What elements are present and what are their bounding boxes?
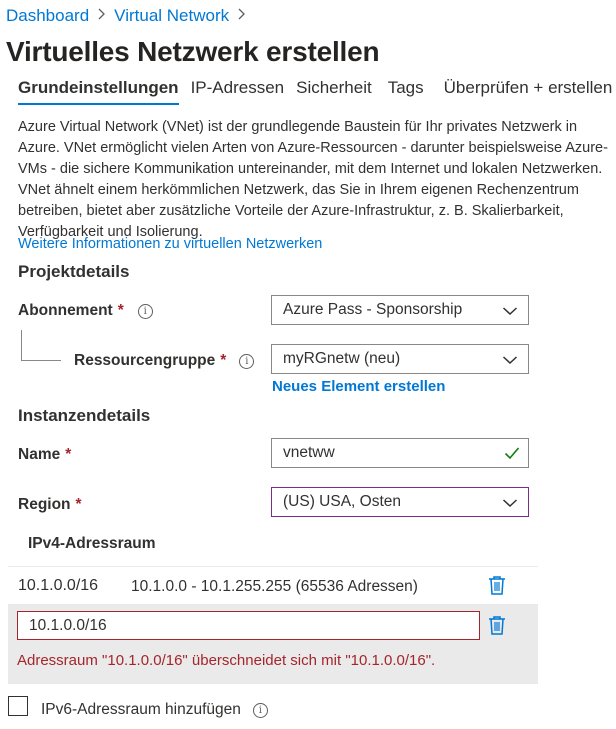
tab-security[interactable]: Sicherheit — [296, 78, 372, 105]
ipv6-label-text[interactable]: IPv6-Adressraum hinzufügen — [41, 701, 241, 719]
required-mark: * — [65, 446, 72, 463]
delete-new-address-space-button[interactable] — [488, 615, 506, 640]
trash-icon — [488, 576, 506, 599]
tab-tags[interactable]: Tags — [388, 78, 424, 105]
region-label: Region * — [18, 496, 82, 514]
description-text: Azure Virtual Network (VNet) ist der gru… — [18, 119, 608, 240]
address-space-error: Adressraum "10.1.0.0/16" überschneidet s… — [17, 652, 436, 669]
tree-connector — [21, 360, 61, 361]
breadcrumb: Dashboard Virtual Network — [6, 6, 254, 26]
trash-icon — [488, 616, 506, 639]
chevron-right-icon — [97, 7, 106, 25]
name-label: Name * — [18, 446, 71, 464]
delete-address-space-button[interactable] — [488, 575, 506, 600]
ipv4-heading: IPv4-Adressraum — [28, 535, 156, 552]
divider — [8, 566, 538, 567]
checkmark-icon — [504, 446, 520, 465]
tree-connector — [21, 330, 22, 360]
page-title: Virtuelles Netzwerk erstellen — [6, 36, 380, 67]
address-space-cidr: 10.1.0.0/16 — [18, 577, 99, 594]
info-icon[interactable]: i — [137, 303, 153, 319]
ipv6-checkbox[interactable] — [8, 696, 28, 716]
new-address-space-input[interactable]: 10.1.0.0/16 — [17, 611, 480, 640]
region-dropdown[interactable]: (US) USA, Osten — [271, 487, 529, 517]
ipv6-label: IPv6-Adressraum hinzufügen i — [41, 701, 268, 719]
chevron-down-icon — [502, 496, 518, 514]
address-space-range: 10.1.0.0 - 10.1.255.255 (65536 Adressen) — [131, 578, 418, 595]
resource-group-value: myRGnetw (neu) — [283, 350, 401, 367]
instance-details-heading: Instanzendetails — [18, 406, 151, 425]
breadcrumb-dashboard[interactable]: Dashboard — [6, 6, 89, 26]
breadcrumb-virtual-network[interactable]: Virtual Network — [114, 6, 229, 26]
required-mark: * — [220, 352, 227, 369]
tab-review-create[interactable]: Überprüfen + erstellen — [444, 78, 613, 105]
info-icon[interactable]: i — [252, 702, 268, 718]
required-mark: * — [117, 302, 124, 319]
region-label-text: Region — [18, 496, 71, 513]
resource-group-label: Ressourcengruppe * i — [74, 352, 255, 370]
name-value: vnetww — [283, 444, 335, 461]
tab-ip-addresses[interactable]: IP-Adressen — [191, 78, 285, 105]
resource-group-label-text: Ressourcengruppe — [74, 352, 216, 369]
subscription-label: Abonnement * i — [18, 302, 153, 320]
new-address-space-value: 10.1.0.0/16 — [29, 616, 107, 634]
name-input[interactable]: vnetww — [271, 438, 529, 468]
project-details-heading: Projektdetails — [18, 262, 130, 281]
tab-bar: Grundeinstellungen IP-Adressen Sicherhei… — [18, 78, 616, 105]
learn-more-link[interactable]: Weitere Informationen zu virtuellen Netz… — [18, 236, 322, 252]
chevron-right-icon — [237, 7, 246, 25]
name-label-text: Name — [18, 446, 61, 463]
subscription-label-text: Abonnement — [18, 302, 113, 319]
region-value: (US) USA, Osten — [283, 493, 401, 510]
resource-group-dropdown[interactable]: myRGnetw (neu) — [271, 344, 529, 374]
required-mark: * — [75, 496, 82, 513]
subscription-dropdown[interactable]: Azure Pass - Sponsorship — [271, 295, 529, 325]
tab-basics[interactable]: Grundeinstellungen — [18, 78, 179, 105]
chevron-down-icon — [502, 353, 518, 371]
info-icon[interactable]: i — [239, 353, 255, 369]
create-new-resource-group-link[interactable]: Neues Element erstellen — [272, 378, 445, 395]
chevron-down-icon — [502, 304, 518, 322]
subscription-value: Azure Pass - Sponsorship — [283, 301, 463, 318]
